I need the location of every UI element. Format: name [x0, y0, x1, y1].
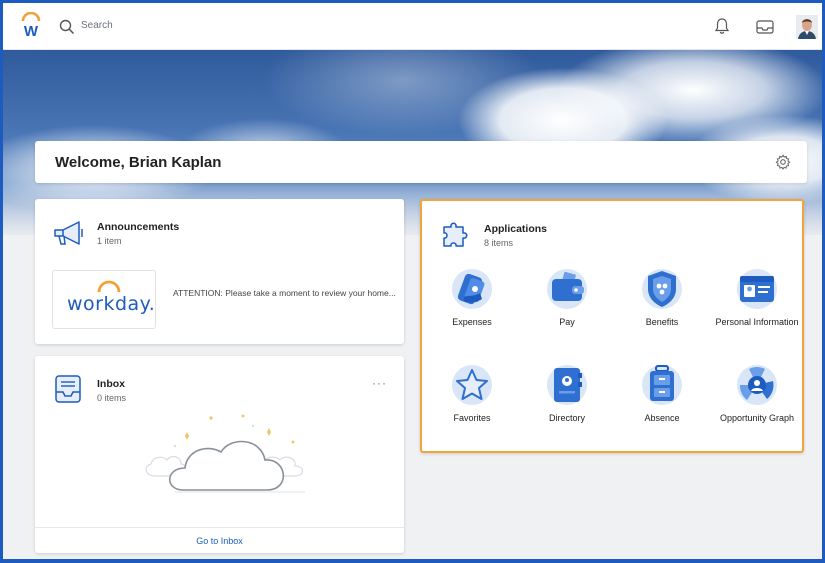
app-frame: W Search Welcome, Brian Kaplan Announcem…: [0, 0, 825, 563]
app-label: Expenses: [452, 317, 492, 327]
expenses-icon: [452, 269, 492, 309]
shield-icon: [642, 269, 682, 309]
workday-logo[interactable]: W: [17, 12, 45, 40]
inbox-card: Inbox 0 items ··· Go to Inbox: [35, 356, 404, 553]
announcements-count: 1 item: [97, 236, 122, 246]
inbox-tray-icon[interactable]: [755, 18, 775, 36]
top-bar: W Search: [3, 3, 822, 50]
bell-icon[interactable]: [713, 17, 731, 35]
empty-inbox-cloud-illustration: [145, 414, 305, 493]
app-label: Personal Information: [715, 317, 799, 327]
welcome-banner: Welcome, Brian Kaplan: [35, 141, 807, 183]
app-label: Favorites: [453, 413, 491, 423]
app-label: Absence: [644, 413, 680, 423]
inbox-footer: Go to Inbox: [35, 527, 404, 553]
app-label: Benefits: [645, 317, 679, 327]
announcements-card: Announcements 1 item workday. ATTENTION:…: [35, 199, 404, 344]
app-label: Opportunity Graph: [719, 413, 795, 423]
wallet-icon: [547, 269, 587, 309]
app-label: Directory: [548, 413, 585, 423]
avatar[interactable]: [796, 15, 818, 39]
logo-letter: W: [24, 23, 39, 40]
search-icon[interactable]: [59, 19, 75, 35]
go-to-inbox-link[interactable]: Go to Inbox: [35, 536, 404, 546]
app-label: Pay: [559, 317, 575, 327]
logo-arc-icon: [97, 280, 121, 293]
workday-announcement-logo[interactable]: workday.: [52, 270, 156, 329]
app-directory[interactable]: Directory: [522, 363, 612, 423]
app-opportunity-graph[interactable]: Opportunity Graph: [712, 363, 802, 423]
app-pay[interactable]: Pay: [522, 267, 612, 327]
applications-title[interactable]: Applications: [484, 223, 547, 235]
announcement-message[interactable]: ATTENTION: Please take a moment to revie…: [173, 288, 396, 298]
opportunity-graph-icon: [737, 365, 777, 405]
search-input[interactable]: Search: [81, 20, 113, 31]
inbox-count: 0 items: [97, 393, 127, 403]
page-title: Welcome, Brian Kaplan: [55, 154, 222, 171]
applications-count: 8 items: [484, 238, 514, 248]
id-card-icon: [737, 269, 777, 309]
gear-icon[interactable]: [775, 154, 791, 170]
star-icon: [452, 365, 492, 405]
app-benefits[interactable]: Benefits: [617, 267, 707, 327]
app-personal-information[interactable]: Personal Information: [712, 267, 802, 327]
app-absence[interactable]: Absence: [617, 363, 707, 423]
inbox-tray-icon: [55, 375, 81, 403]
app-favorites[interactable]: Favorites: [427, 363, 517, 423]
workday-wordmark: workday.: [67, 293, 156, 315]
app-expenses[interactable]: Expenses: [427, 267, 517, 327]
luggage-icon: [642, 365, 682, 405]
megaphone-icon: [54, 221, 83, 245]
applications-card: Applications 8 items Expenses Pay Benefi…: [420, 199, 804, 453]
address-book-icon: [547, 365, 587, 405]
announcements-title[interactable]: Announcements: [97, 221, 179, 233]
more-options-icon[interactable]: ···: [372, 376, 387, 390]
inbox-title[interactable]: Inbox: [97, 378, 125, 390]
puzzle-icon: [443, 222, 468, 247]
